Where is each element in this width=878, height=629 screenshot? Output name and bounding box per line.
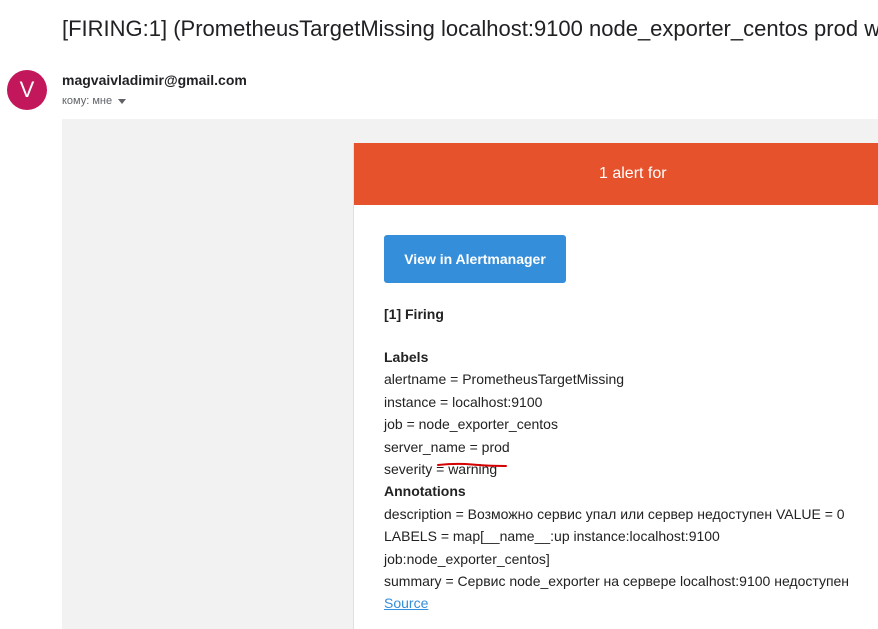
sender-email[interactable]: magvaivladimir@gmail.com bbox=[62, 72, 247, 88]
source-link[interactable]: Source bbox=[384, 595, 428, 611]
recipient-toggle[interactable]: кому: мне bbox=[62, 95, 127, 107]
recipient-label: кому: мне bbox=[62, 95, 113, 107]
annotation-labels: LABELS = map[__name__:up instance:localh… bbox=[384, 528, 720, 545]
label-alertname: alertname = PrometheusTargetMissing bbox=[384, 371, 625, 388]
annotation-summary: summary = Сервис node_exporter на сервер… bbox=[384, 572, 850, 589]
alert-details: [1] Firing Labels alertname = Prometheus… bbox=[384, 303, 874, 615]
annotations-heading: Annotations bbox=[384, 483, 466, 500]
alert-header-text: 1 alert for bbox=[599, 165, 667, 182]
firing-title: [1] Firing bbox=[384, 306, 444, 322]
chevron-down-icon[interactable] bbox=[118, 98, 127, 104]
annotation-description: description = Возможно сервис упал или с… bbox=[384, 505, 845, 522]
label-server-name: server_name = prod bbox=[384, 438, 510, 455]
email-body: 1 alert for View in Alertmanager [1] Fir… bbox=[62, 119, 878, 629]
view-in-alertmanager-button[interactable]: View in Alertmanager bbox=[384, 235, 566, 283]
alert-header: 1 alert for bbox=[354, 143, 878, 205]
annotation-labels-continued: job:node_exporter_centos] bbox=[384, 550, 550, 567]
labels-heading: Labels bbox=[384, 348, 429, 365]
label-instance: instance = localhost:9100 bbox=[384, 393, 543, 410]
email-subject: [FIRING:1] (PrometheusTargetMissing loca… bbox=[62, 16, 878, 41]
alert-card: 1 alert for View in Alertmanager [1] Fir… bbox=[353, 143, 878, 629]
sender-avatar[interactable]: V bbox=[7, 70, 47, 110]
label-job: job = node_exporter_centos bbox=[384, 416, 558, 433]
red-underline-annotation bbox=[437, 462, 507, 467]
